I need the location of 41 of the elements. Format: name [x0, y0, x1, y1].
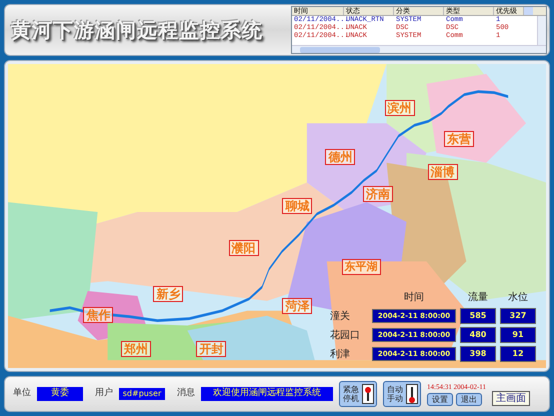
lever-switch-icon [406, 384, 418, 404]
city-label[interactable]: 新乡 [153, 286, 184, 302]
column-header: 水位 [507, 290, 529, 305]
horizontal-scrollbar[interactable] [292, 45, 546, 53]
unit-field: 黄委 [37, 387, 83, 401]
city-label[interactable]: 郑州 [120, 340, 151, 357]
city-label[interactable]: 濮阳 [228, 240, 259, 256]
emergency-stop-button[interactable]: 紧急停机 [339, 381, 377, 407]
flow-value: 480 [460, 327, 496, 343]
city-label[interactable]: 东平湖 [342, 258, 381, 275]
city-label[interactable]: 焦作 [83, 307, 114, 324]
exit-button[interactable]: 退出 [456, 393, 482, 406]
city-label[interactable]: 济南 [363, 186, 394, 202]
water-level-value: 91 [500, 327, 536, 343]
unit-label: 单位 [13, 387, 31, 400]
city-label[interactable]: 滨州 [384, 100, 415, 116]
flow-value: 585 [460, 308, 496, 324]
city-label[interactable]: 菏泽 [282, 298, 312, 314]
station-name: 花园口 [330, 328, 361, 342]
message-label: 消息 [177, 387, 195, 400]
column-header: 流量 [467, 290, 489, 305]
station-name: 潼关 [330, 310, 351, 324]
station-name: 利津 [330, 348, 351, 362]
lever-switch-icon [362, 384, 374, 404]
settings-button[interactable]: 设置 [427, 393, 453, 406]
user-label: 用户 [95, 387, 113, 400]
flow-value: 398 [460, 346, 496, 362]
city-label[interactable]: 开封 [196, 340, 226, 357]
main-screen-button[interactable]: 主画面 [492, 391, 530, 406]
message-field: 欢迎使用涵闸远程监控系统 [201, 387, 333, 401]
column-header: 时间 [403, 290, 425, 305]
system-title: 黄河下游涵闸远程监控系统 [11, 17, 266, 45]
water-level-value: 327 [500, 308, 536, 324]
water-level-value: 12 [500, 346, 536, 362]
city-label[interactable]: 淄博 [428, 164, 458, 180]
user-field: sd#puser [119, 388, 165, 400]
city-label[interactable]: 德州 [325, 149, 356, 166]
city-label[interactable]: 聊城 [282, 198, 312, 214]
city-label[interactable]: 东营 [444, 130, 474, 147]
auto-manual-button[interactable]: 自动手动 [383, 381, 421, 407]
vertical-scrollbar[interactable] [537, 16, 546, 45]
